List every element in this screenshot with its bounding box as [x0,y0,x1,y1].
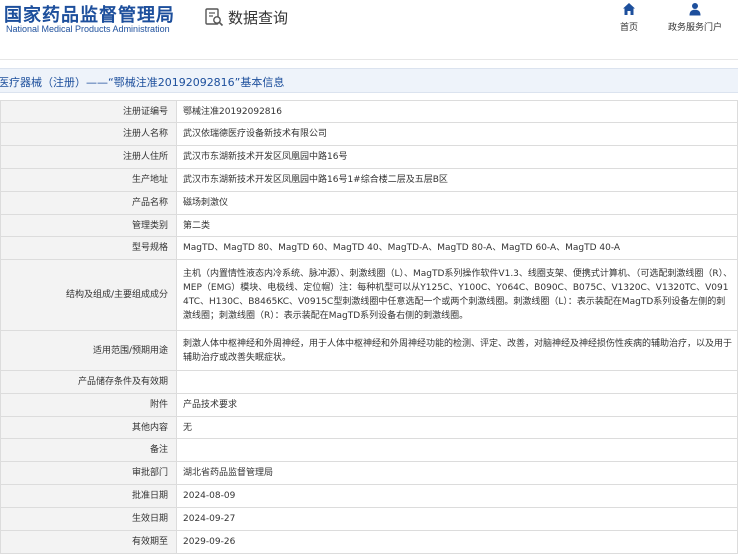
field-value: 无 [176,416,738,439]
table-row: 管理类别 第二类 [0,214,738,237]
field-label: 注册证编号 [0,100,177,123]
field-value: 鄂械注准20192092816 [176,100,738,123]
site-logo-subtitle: National Medical Products Administration [6,24,170,34]
field-label: 附件 [0,393,177,417]
table-row: 批准日期 2024-08-09 [0,484,738,508]
page-heading: 数据查询 [204,6,288,28]
table-row: 审批部门 湖北省药品监督管理局 [0,461,738,485]
field-value: 产品技术要求 [176,393,738,417]
field-value: MagTD、MagTD 80、MagTD 60、MagTD 40、MagTD-A… [176,236,738,260]
nav-service-portal-label: 政务服务门户 [668,23,723,33]
table-row: 注册人名称 武汉依瑞德医疗设备新技术有限公司 [0,122,738,146]
data-query-icon [204,7,224,27]
field-label: 其他内容 [0,416,177,439]
home-icon [620,2,638,16]
detail-table: 注册证编号 鄂械注准20192092816 注册人名称 武汉依瑞德医疗设备新技术… [0,100,738,554]
field-label: 型号规格 [0,236,177,260]
table-row: 注册证编号 鄂械注准20192092816 [0,100,738,123]
nav-home-label: 首页 [620,23,639,33]
record-title-bar: 医疗器械（注册）——“鄂械注准20192092816”基本信息 [0,68,738,93]
field-label: 适用范围/预期用途 [0,330,177,371]
field-label: 生产地址 [0,168,177,192]
table-row: 备注 [0,438,738,462]
field-label: 产品名称 [0,191,177,215]
field-value [176,370,738,394]
field-value: 2024-08-09 [176,484,738,508]
field-value: 第二类 [176,214,738,237]
field-value: 武汉市东湖新技术开发区凤凰园中路16号1#综合楼二层及五层B区 [176,168,738,192]
table-row: 有效期至 2029-09-26 [0,530,738,554]
nav-service-portal[interactable]: 政务服务门户 [668,2,722,33]
record-title: 医疗器械（注册）——“鄂械注准20192092816”基本信息 [0,76,285,89]
field-label: 产品储存条件及有效期 [0,370,177,394]
table-row: 适用范围/预期用途 刺激人体中枢神经和外周神经，用于人体中枢神经和外周神经功能的… [0,330,738,371]
field-label: 管理类别 [0,214,177,237]
table-row: 结构及组成/主要组成成分 主机（内置情性液态内冷系统、脉冲源）、刺激线圈（L）、… [0,259,738,331]
field-label: 审批部门 [0,461,177,485]
table-row: 附件 产品技术要求 [0,393,738,417]
table-row: 型号规格 MagTD、MagTD 80、MagTD 60、MagTD 40、Ma… [0,236,738,260]
table-row: 生效日期 2024-09-27 [0,507,738,531]
field-label: 结构及组成/主要组成成分 [0,259,177,331]
field-value: 2029-09-26 [176,530,738,554]
person-icon [668,2,722,16]
field-value: 2024-09-27 [176,507,738,531]
table-row: 其他内容 无 [0,416,738,439]
table-row: 注册人住所 武汉市东湖新技术开发区凤凰园中路16号 [0,145,738,169]
nav-home[interactable]: 首页 [620,2,638,33]
page-name: 数据查询 [228,8,289,27]
field-label: 备注 [0,438,177,462]
table-row: 生产地址 武汉市东湖新技术开发区凤凰园中路16号1#综合楼二层及五层B区 [0,168,738,192]
field-label: 有效期至 [0,530,177,554]
table-row: 产品储存条件及有效期 [0,370,738,394]
site-header: 国家药品监督管理局 National Medical Products Admi… [0,0,738,60]
field-label: 生效日期 [0,507,177,531]
field-value [176,438,738,462]
field-label: 注册人住所 [0,145,177,169]
field-value: 武汉市东湖新技术开发区凤凰园中路16号 [176,145,738,169]
field-value: 刺激人体中枢神经和外周神经，用于人体中枢神经和外周神经功能的检测、评定、改善，对… [176,330,738,371]
field-value: 磁场刺激仪 [176,191,738,215]
field-value: 主机（内置情性液态内冷系统、脉冲源）、刺激线圈（L）、MagTD系列操作软件V1… [176,259,738,331]
field-value: 武汉依瑞德医疗设备新技术有限公司 [176,122,738,146]
field-label: 注册人名称 [0,122,177,146]
field-label: 批准日期 [0,484,177,508]
table-row: 产品名称 磁场刺激仪 [0,191,738,215]
field-value: 湖北省药品监督管理局 [176,461,738,485]
